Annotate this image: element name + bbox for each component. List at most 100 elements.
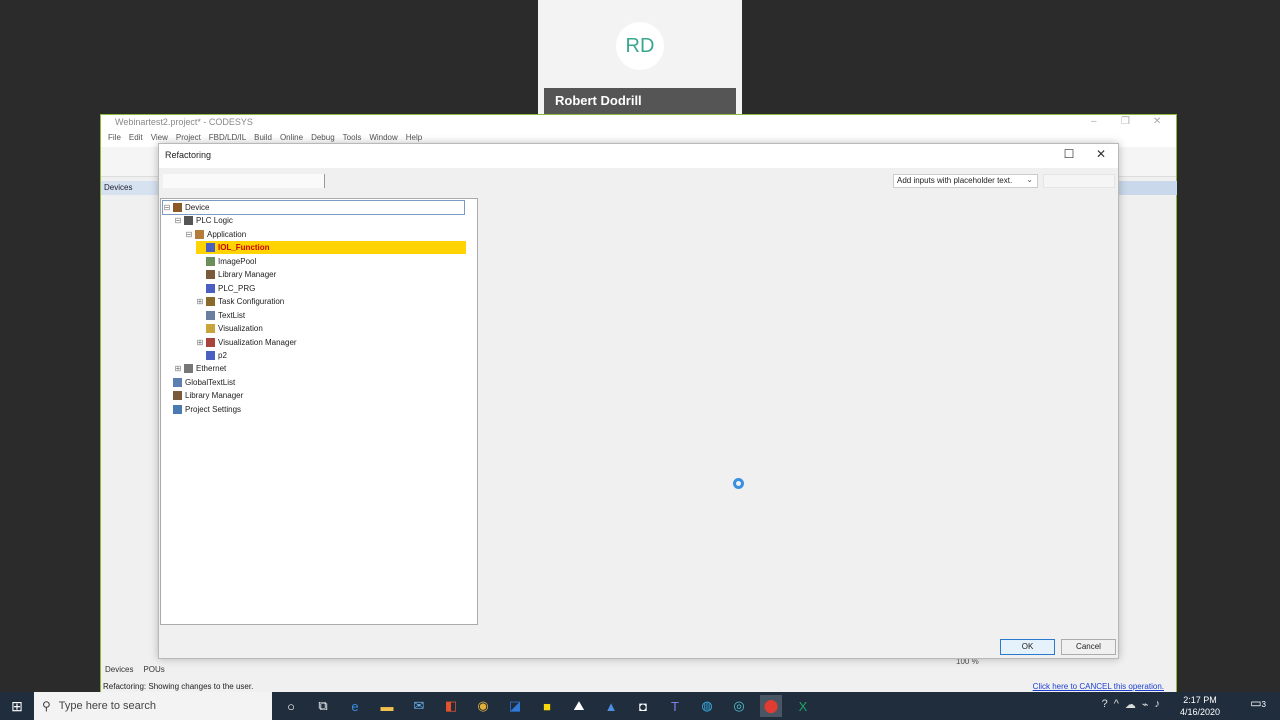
system-tray: ? ^ ☁ ⌁ ♪ xyxy=(1102,698,1160,711)
secondary-field[interactable] xyxy=(1043,174,1115,188)
restore-icon[interactable]: ❐ xyxy=(1121,116,1130,127)
bottom-tabs: Devices POUs xyxy=(101,663,341,679)
tree-node-label: Library Manager xyxy=(185,391,244,401)
library-icon xyxy=(173,391,182,401)
tree-node[interactable]: ⊞ Task Configuration xyxy=(196,295,284,308)
dialog-titlebar: Refactoring ☐ ✕ xyxy=(159,144,1118,168)
clock-time: 2:17 PM xyxy=(1183,695,1217,705)
dropdown-value: Add inputs with placeholder text. xyxy=(897,176,1013,185)
chevron-down-icon: ⌄ xyxy=(1026,175,1033,184)
volume-icon[interactable]: ♪ xyxy=(1155,698,1161,711)
project-tree: ⊟ Device ⊟ PLC Logic ⊟ Application IOL_Functio… xyxy=(160,198,478,625)
outlook-icon[interactable]: ◪ xyxy=(504,695,526,717)
participant-avatar: RD xyxy=(616,22,664,70)
task-view-icon[interactable]: ⧉ xyxy=(312,695,334,717)
tree-node-label: GlobalTextList xyxy=(185,377,236,387)
tree-node-label: p2 xyxy=(218,350,227,360)
tree-node[interactable]: ⊟ PLC Logic xyxy=(174,214,233,227)
participant-name: Robert Dodrill xyxy=(544,88,736,114)
tree-node[interactable]: ImagePool xyxy=(196,255,256,268)
mail-icon[interactable]: ✉ xyxy=(408,695,430,717)
ethernet-icon xyxy=(184,364,193,374)
notification-count: 3 xyxy=(1261,700,1266,709)
tree-node[interactable]: ⊟ Application xyxy=(185,228,246,241)
menu-item-file[interactable]: File xyxy=(108,133,121,145)
tree-node-label: Device xyxy=(185,203,210,212)
tab-devices[interactable]: Devices xyxy=(105,665,133,677)
windows-start-icon[interactable]: ⊞ xyxy=(0,692,34,720)
tree-node-label: Visualization xyxy=(218,324,263,334)
loading-spinner-icon xyxy=(733,478,744,489)
maximize-icon[interactable]: ☐ xyxy=(1059,147,1079,161)
help-icon[interactable]: ? xyxy=(1102,698,1108,711)
sticky-notes-icon[interactable]: ■ xyxy=(536,695,558,717)
file-explorer-icon[interactable]: ▬ xyxy=(376,695,398,717)
edge-icon[interactable]: e xyxy=(344,695,366,717)
tree-node-label: Visualization Manager xyxy=(218,337,297,347)
tree-node[interactable]: GlobalTextList xyxy=(163,376,235,389)
browser-icon[interactable]: ◎ xyxy=(728,695,750,717)
tree-node-label: IOL_Function xyxy=(218,243,270,253)
collapse-icon[interactable]: ⊟ xyxy=(174,216,182,225)
tree-node[interactable]: Visualization xyxy=(196,322,263,335)
participant-tile: RD Robert Dodrill xyxy=(538,0,742,114)
tree-node-label: TextList xyxy=(218,310,246,320)
expand-icon[interactable]: ⊞ xyxy=(196,338,204,347)
tree-node[interactable]: ⊟ Device xyxy=(162,200,465,215)
settings-icon xyxy=(173,404,182,414)
ok-button[interactable]: OK xyxy=(1000,639,1055,655)
tree-node-label: ImagePool xyxy=(218,256,257,266)
tree-node-label: Application xyxy=(207,229,247,239)
globe-icon[interactable]: ◍ xyxy=(696,695,718,717)
chevron-up-icon[interactable]: ^ xyxy=(1114,698,1119,711)
notification-icon[interactable]: ▭3 xyxy=(1250,696,1266,710)
cancel-button[interactable]: Cancel xyxy=(1061,639,1116,655)
taskbar: ⊞ ⚲ Type here to search ○ ⧉ e ▬ ✉ ◧ ◉ ◪ … xyxy=(0,692,1280,720)
codesys-icon[interactable]: ⬤ xyxy=(760,695,782,717)
textlist-icon xyxy=(206,310,215,320)
app-icon[interactable]: ▲ xyxy=(600,695,622,717)
library-icon xyxy=(206,270,215,280)
tree-node[interactable]: ⊞ Visualization Manager xyxy=(196,336,297,349)
device-icon xyxy=(173,203,182,212)
excel-icon[interactable]: X xyxy=(792,695,814,717)
tree-node[interactable]: Library Manager xyxy=(163,389,243,402)
menu-item-edit[interactable]: Edit xyxy=(129,133,143,145)
teams-icon[interactable]: T xyxy=(664,695,686,717)
filter-input[interactable] xyxy=(163,174,325,188)
tree-node[interactable]: PLC_PRG xyxy=(196,282,255,295)
tree-node[interactable]: ⊞ Ethernet xyxy=(174,362,226,375)
cloud-icon[interactable]: ☁ xyxy=(1125,698,1136,711)
clock-date: 4/16/2020 xyxy=(1179,707,1220,717)
cancel-operation-link[interactable]: Click here to CANCEL this operation. xyxy=(1033,682,1164,691)
expand-icon[interactable]: ⊞ xyxy=(174,364,182,373)
taskbar-search[interactable]: ⚲ Type here to search xyxy=(34,692,272,720)
tree-node[interactable]: IOL_Function xyxy=(196,241,466,255)
tab-pous[interactable]: POUs xyxy=(143,665,164,677)
visu-manager-icon xyxy=(206,337,215,347)
office-icon[interactable]: ◧ xyxy=(440,695,462,717)
tree-node-label: Task Configuration xyxy=(218,297,285,307)
expand-icon[interactable]: ⊞ xyxy=(196,297,204,306)
search-placeholder: Type here to search xyxy=(58,700,157,712)
tree-node[interactable]: TextList xyxy=(196,309,245,322)
network-icon[interactable]: ⌁ xyxy=(1142,698,1149,711)
tree-node[interactable]: Project Settings xyxy=(163,403,241,416)
global-textlist-icon xyxy=(173,377,182,387)
pou-icon xyxy=(206,350,215,360)
chrome-icon[interactable]: ◉ xyxy=(472,695,494,717)
clock[interactable]: 2:17 PM 4/16/2020 xyxy=(1180,694,1220,718)
camera-icon[interactable]: ◘ xyxy=(632,695,654,717)
tree-node-label: PLC_PRG xyxy=(218,283,256,293)
action-dropdown[interactable]: Add inputs with placeholder text. ⌄ xyxy=(893,174,1038,188)
tree-node[interactable]: p2 xyxy=(196,349,227,362)
collapse-icon[interactable]: ⊟ xyxy=(163,203,171,212)
close-icon[interactable]: ✕ xyxy=(1153,116,1161,127)
collapse-icon[interactable]: ⊟ xyxy=(185,230,193,239)
tree-node[interactable]: Library Manager xyxy=(196,268,276,281)
close-icon[interactable]: ✕ xyxy=(1091,147,1111,161)
right-panel-header xyxy=(1117,181,1177,195)
cortana-icon[interactable]: ○ xyxy=(280,695,302,717)
minimize-icon[interactable]: – xyxy=(1091,116,1097,127)
photos-icon[interactable]: ⛰ xyxy=(568,695,590,717)
